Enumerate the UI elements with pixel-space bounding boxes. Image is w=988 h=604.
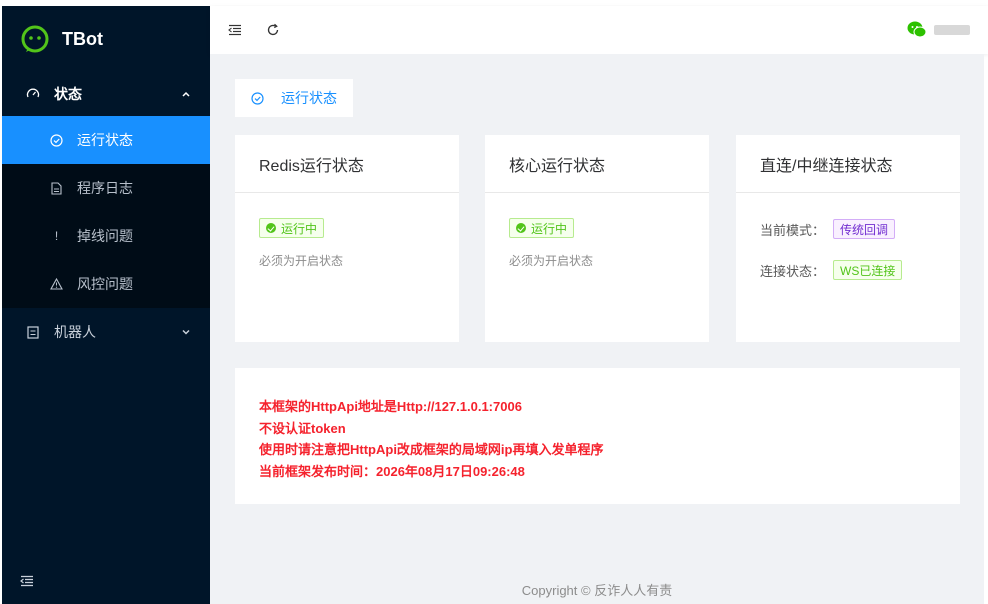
user-name-blurred: [934, 25, 970, 35]
sidebar-item-running-status[interactable]: 运行状态: [2, 116, 210, 164]
status-text: 运行中: [281, 221, 318, 236]
chevron-up-icon: [182, 91, 190, 97]
menu-group-label: 机器人: [54, 324, 96, 340]
chevron-down-icon: [182, 329, 190, 335]
connection-status-card: 直连/中继连接状态 当前模式： 传统回调 连接状态： WS已连接: [736, 135, 960, 342]
menu-fold-icon[interactable]: [228, 23, 242, 37]
sidebar-item-label: 掉线问题: [77, 228, 133, 244]
dashboard-icon: [26, 88, 40, 98]
main-content: 运行状态 Redis运行状态 运行中 必须为开启状态 核心运行状态 运行中 必须…: [210, 54, 984, 604]
sidebar-item-disconnect-issue[interactable]: ! 掉线问题: [2, 212, 210, 260]
card-title: 核心运行状态: [485, 135, 709, 193]
top-header: [210, 6, 988, 54]
info-line-usage-note: 使用时请注意把HttpApi改成框架的局域网ip再填入发单程序: [259, 442, 604, 457]
footer-copyright: Copyright © 反诈人人有责: [521, 583, 673, 598]
check-circle-icon: [516, 223, 526, 233]
sidebar-item-label: 程序日志: [77, 180, 133, 196]
connection-row: 连接状态： WS已连接: [760, 259, 936, 281]
exclamation-icon: !: [54, 229, 59, 243]
check-circle-icon: [50, 133, 63, 147]
redis-status-card: Redis运行状态 运行中 必须为开启状态: [235, 135, 459, 342]
menu-group-status[interactable]: 状态: [2, 72, 210, 116]
mode-label: 当前模式：: [760, 222, 826, 238]
wechat-logo-icon: [21, 25, 49, 53]
status-hint: 必须为开启状态: [509, 254, 594, 268]
tab-running-status[interactable]: 运行状态: [235, 79, 353, 117]
core-status-card: 核心运行状态 运行中 必须为开启状态: [485, 135, 709, 342]
file-icon: [50, 181, 63, 195]
status-badge: 运行中: [509, 218, 575, 238]
info-notice-card: 本框架的HttpApi地址是Http://127.1.0.1:7006 不设认证…: [235, 368, 960, 504]
user-menu[interactable]: [906, 19, 970, 41]
mode-row: 当前模式： 传统回调: [760, 218, 936, 240]
sidebar-item-label: 运行状态: [77, 132, 133, 148]
status-text: 运行中: [531, 221, 568, 236]
info-line-token: 不设认证token: [259, 420, 346, 436]
app-title: TBot: [62, 28, 103, 49]
check-circle-icon: [251, 91, 264, 105]
sidebar-item-label: 风控问题: [77, 276, 133, 292]
brand[interactable]: TBot: [2, 6, 210, 72]
sidebar-item-program-log[interactable]: 程序日志: [2, 164, 210, 212]
connection-badge: WS已连接: [833, 260, 903, 280]
sidebar: TBot 状态 运行状态 程序日志 ! 掉线问题 风控问题 机器人: [2, 6, 210, 604]
card-title: 直连/中继连接状态: [736, 135, 960, 193]
sidebar-item-risk-issue[interactable]: 风控问题: [2, 260, 210, 308]
menu-fold-icon[interactable]: [20, 574, 34, 588]
menu-group-robot[interactable]: 机器人: [2, 308, 210, 356]
wechat-avatar-icon: [907, 21, 927, 38]
connection-label: 连接状态：: [760, 263, 826, 279]
refresh-icon[interactable]: [266, 23, 280, 37]
robot-icon: [27, 326, 39, 339]
card-title: Redis运行状态: [235, 135, 459, 193]
warning-icon: [50, 278, 63, 291]
status-hint: 必须为开启状态: [259, 254, 344, 268]
check-circle-icon: [266, 223, 276, 233]
status-badge: 运行中: [259, 218, 325, 238]
tab-label: 运行状态: [281, 90, 337, 106]
menu-group-label: 状态: [54, 86, 82, 102]
info-line-release-time: 当前框架发布时间：2026年08月17日09:26:48: [259, 463, 525, 479]
mode-badge: 传统回调: [833, 219, 896, 239]
submenu-status: 运行状态 程序日志 ! 掉线问题 风控问题: [2, 116, 210, 308]
info-line-api-address: 本框架的HttpApi地址是Http://127.1.0.1:7006: [259, 399, 522, 414]
